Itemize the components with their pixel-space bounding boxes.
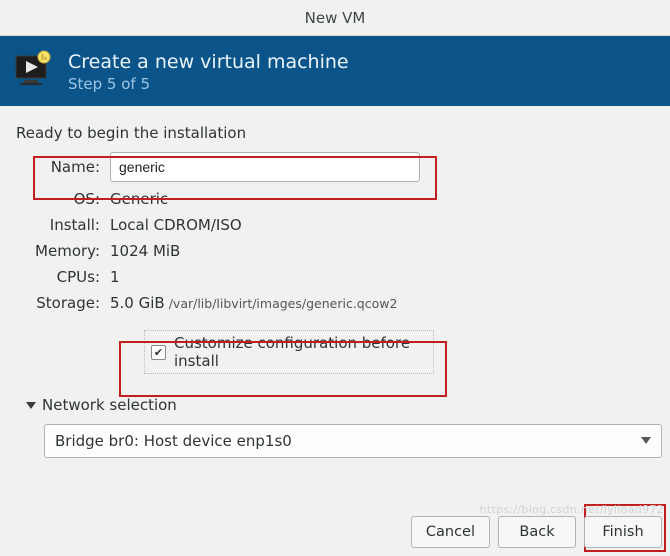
network-selection-expander[interactable]: Network selection <box>26 396 656 414</box>
customize-row[interactable]: ✔ Customize configuration before install <box>144 330 434 374</box>
label-storage: Storage: <box>14 294 100 312</box>
finish-button[interactable]: Finish <box>584 516 662 548</box>
triangle-down-icon <box>26 396 36 414</box>
window-titlebar[interactable]: New VM <box>0 0 670 36</box>
label-memory: Memory: <box>14 242 100 260</box>
wizard-header: Create a new virtual machine Step 5 of 5 <box>0 36 670 106</box>
ready-label: Ready to begin the installation <box>16 124 656 142</box>
window-title: New VM <box>305 9 366 27</box>
wizard-buttons: Cancel Back Finish <box>411 516 662 548</box>
customize-checkbox[interactable]: ✔ <box>151 345 166 360</box>
label-os: OS: <box>14 190 100 208</box>
value-os: Generic <box>110 190 454 208</box>
value-install: Local CDROM/ISO <box>110 216 454 234</box>
wizard-step: Step 5 of 5 <box>68 75 349 93</box>
back-button[interactable]: Back <box>498 516 576 548</box>
value-memory: 1024 MiB <box>110 242 454 260</box>
cancel-button[interactable]: Cancel <box>411 516 490 548</box>
chevron-down-icon <box>641 435 651 448</box>
network-combobox[interactable]: Bridge br0: Host device enp1s0 <box>44 424 662 458</box>
check-icon: ✔ <box>154 347 163 358</box>
label-name: Name: <box>14 158 100 176</box>
vm-monitor-icon <box>14 50 54 94</box>
value-storage-path: /var/lib/libvirt/images/generic.qcow2 <box>169 296 398 311</box>
summary-grid: Name: OS: Generic Install: Local CDROM/I… <box>14 152 454 312</box>
customize-label: Customize configuration before install <box>174 334 427 370</box>
wizard-title: Create a new virtual machine <box>68 51 349 73</box>
wizard-content: Ready to begin the installation Name: OS… <box>0 106 670 458</box>
label-cpus: CPUs: <box>14 268 100 286</box>
value-storage-size: 5.0 GiB <box>110 294 165 312</box>
watermark: https://blog.csdn.net/lylload972 <box>480 503 664 516</box>
network-selection-label: Network selection <box>42 396 177 414</box>
network-selected: Bridge br0: Host device enp1s0 <box>55 432 292 450</box>
name-input[interactable] <box>110 152 420 182</box>
label-install: Install: <box>14 216 100 234</box>
value-cpus: 1 <box>110 268 454 286</box>
